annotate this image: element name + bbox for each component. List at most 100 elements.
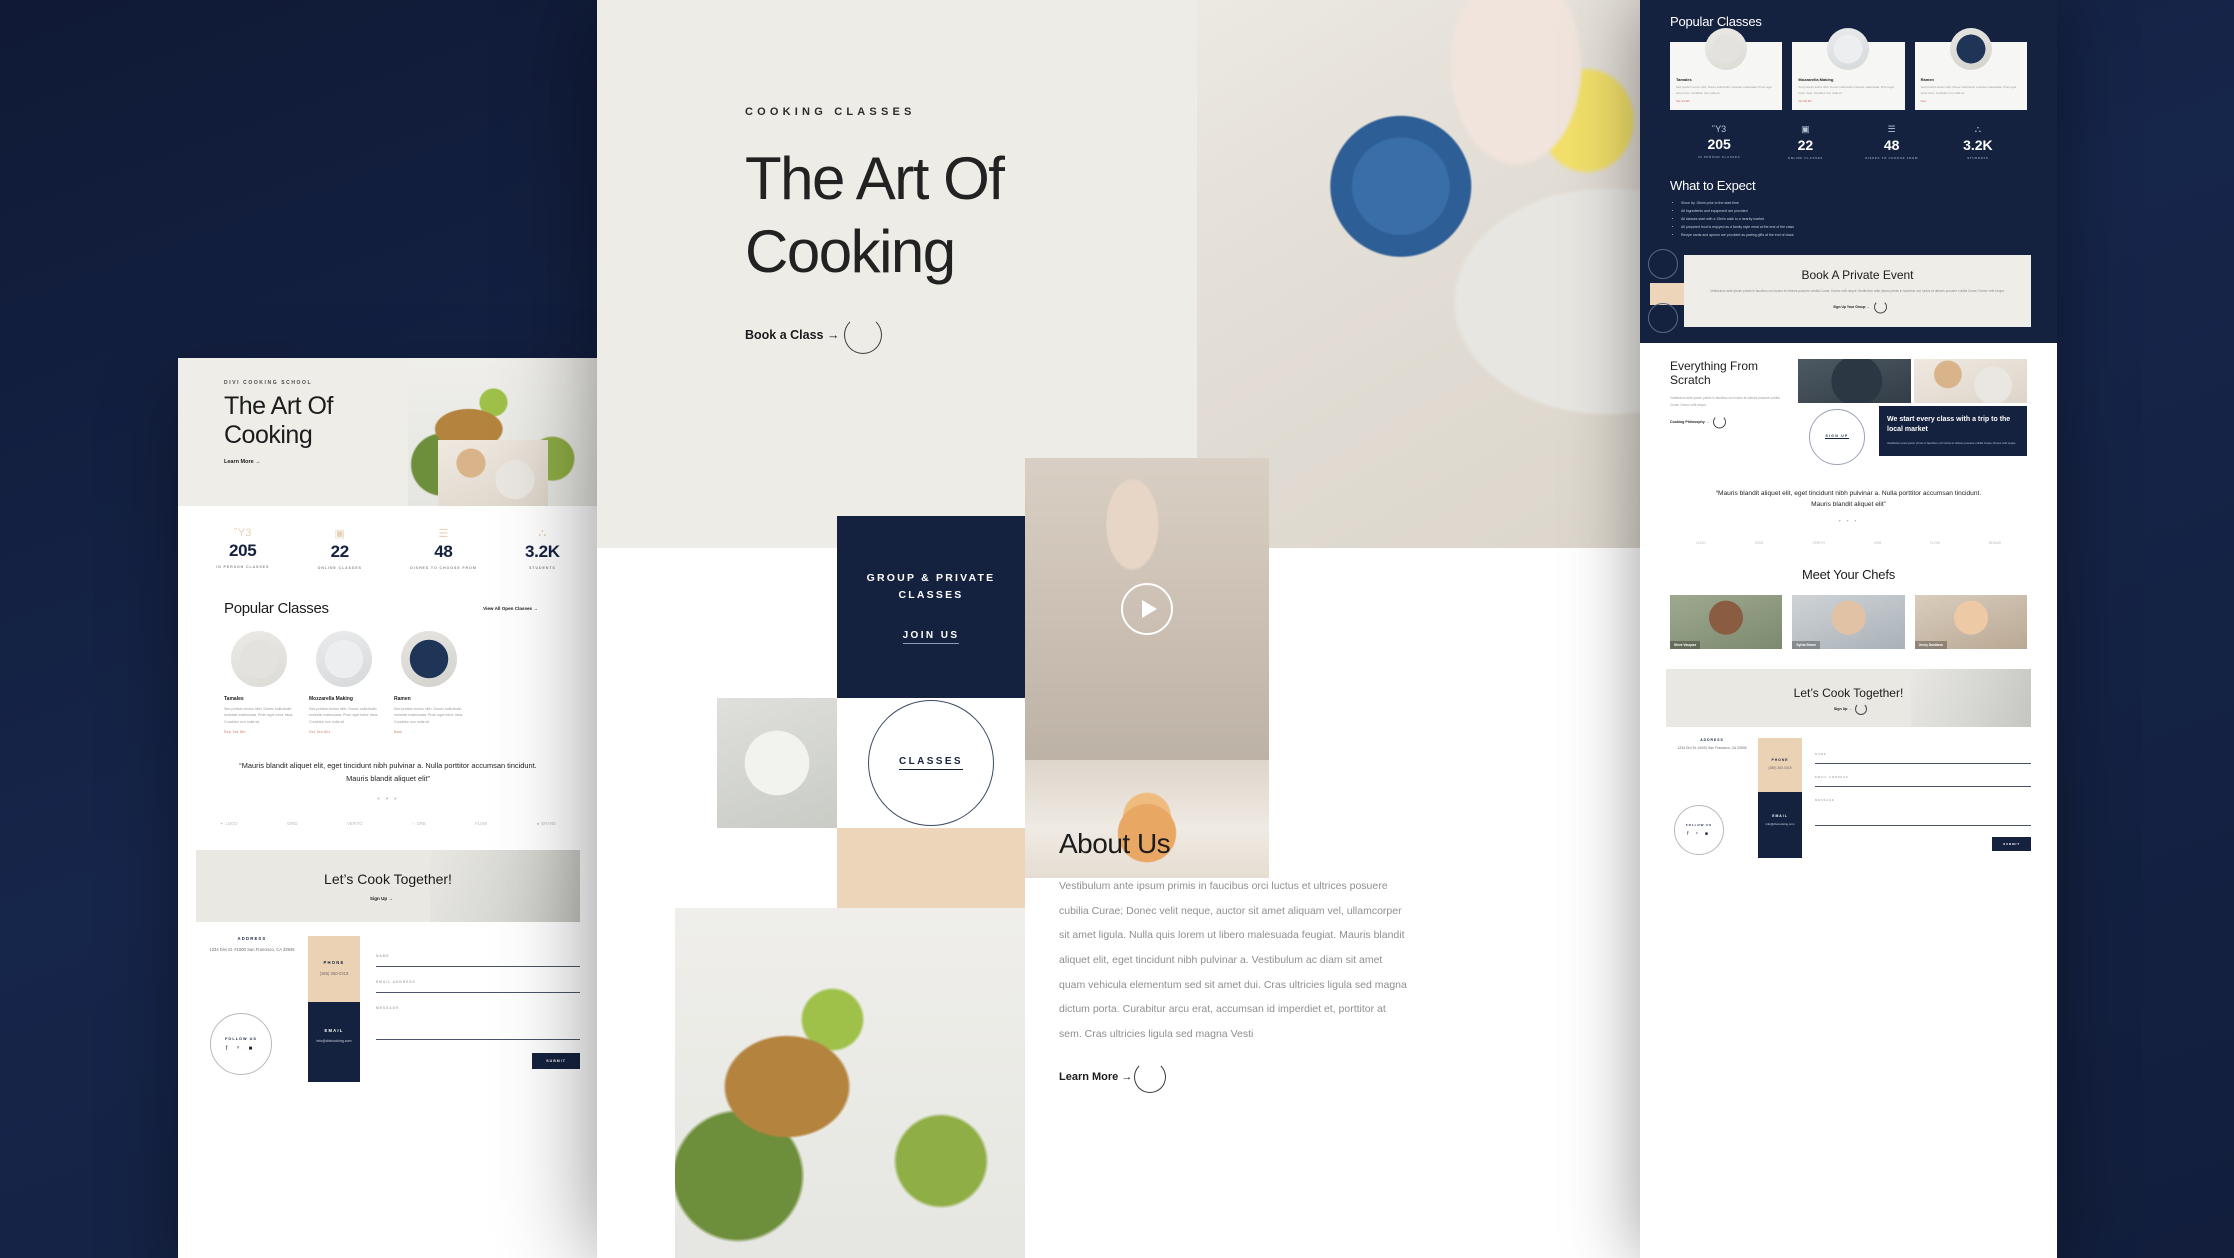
chef-card[interactable]: Steve Vasquez xyxy=(1670,595,1783,650)
signup-button[interactable]: Sign Up → xyxy=(1834,702,1868,715)
class-name: Tamales xyxy=(1676,77,1692,82)
form-field-email: EMAIL ADDRESS xyxy=(376,980,580,994)
view-all-classes-label: View All Open Classes xyxy=(483,606,533,611)
partner-logo: ORB xyxy=(1873,541,1882,546)
partner-logo: VERITO xyxy=(1812,541,1825,546)
class-card[interactable]: Tamales Sed pretium lectus nibh. Donec s… xyxy=(224,631,294,734)
learn-more-button[interactable]: Learn More → xyxy=(1059,1060,1167,1093)
submit-button[interactable]: SUBMIT xyxy=(532,1053,580,1070)
stat-label: ONLINE CLASSES xyxy=(317,565,362,570)
signup-circle-card[interactable]: SIGN UP xyxy=(1798,406,1876,468)
book-a-class-button[interactable]: Book a Class → xyxy=(745,316,882,355)
what-to-expect-section: What to Expect Show Up 15min prior to th… xyxy=(1670,178,2027,239)
scratch-text-column: Everything From Scratch Vestibulum ante … xyxy=(1670,359,1788,468)
signup-button[interactable]: Sign Up → xyxy=(370,896,406,901)
signup-group-button[interactable]: Sign Up Your Group → xyxy=(1833,300,1887,314)
partner-logo: GRID xyxy=(287,821,298,827)
class-photo xyxy=(316,631,372,687)
monitor-icon: ▣ xyxy=(1801,124,1810,135)
partner-logo: FLOW xyxy=(1930,541,1941,546)
leaf-icon: ● xyxy=(536,821,540,827)
stat-number: 3.2K xyxy=(1963,137,1993,154)
submit-button[interactable]: SUBMIT xyxy=(1992,837,2031,852)
class-date-link[interactable]: Oct 3rd 6hr xyxy=(1798,100,1898,103)
social-icons[interactable]: f ᵛ ■ xyxy=(226,1046,257,1052)
arrow-right-icon: → xyxy=(388,896,394,902)
message-input[interactable] xyxy=(1815,802,2031,827)
follow-us-circle: FOLLOW US f ᵛ ■ xyxy=(210,1013,272,1076)
class-card[interactable]: Tamales Sed pretium lectus nibh. Donec s… xyxy=(1670,28,1783,111)
class-date-link[interactable]: Now xyxy=(394,730,464,734)
class-card[interactable]: Ramen Sed pretium lectus nibh. Donec sol… xyxy=(394,631,464,734)
message-input[interactable] xyxy=(376,1010,580,1041)
partner-logo: ● BRAND xyxy=(536,821,556,827)
carousel-dots[interactable]: • • • xyxy=(230,796,546,803)
email-input[interactable] xyxy=(376,984,580,994)
class-card[interactable]: Ramen Sed pretium lectus nibh. Donec sol… xyxy=(1914,28,2027,111)
email-label: EMAIL xyxy=(324,1028,344,1034)
email-input[interactable] xyxy=(1815,779,2031,788)
stat-item: ☰ 48 DISHES TO CHOOSE FROM xyxy=(1849,124,1935,160)
class-date-link[interactable]: Now xyxy=(1921,100,2021,103)
form-field-name: NAME xyxy=(376,954,580,968)
class-date-link[interactable]: Sep 3rd 6hr xyxy=(1676,100,1776,103)
email-value[interactable]: info@divicooking.com xyxy=(1758,822,1802,827)
preview-panel-tablet: DIVI COOKING SCHOOL The Art Of Cooking L… xyxy=(178,358,598,1258)
arrow-right-icon: → xyxy=(1121,1070,1133,1083)
stat-item: Ὕ3 205 IN PERSON CLASSES xyxy=(216,527,269,569)
left-hero-cta-label: Learn More xyxy=(224,458,254,465)
about-us-section: About Us Vestibulum ante ipsum primis in… xyxy=(1059,828,1409,1093)
play-button-icon[interactable] xyxy=(1121,583,1173,635)
stat-label: STUDENTS xyxy=(529,565,556,570)
local-market-card: We start every class with a trip to the … xyxy=(1879,405,2027,457)
signup-link[interactable]: SIGN UP xyxy=(1825,434,1849,440)
class-description: Sed pretium lectus nibh. Donec sollicitu… xyxy=(1798,85,1894,95)
phone-label: PHONE xyxy=(1771,758,1789,763)
cooking-philosophy-button[interactable]: Cooking Philosophy → xyxy=(1670,415,1727,429)
what-to-expect-list: Show Up 15min prior to the start time Al… xyxy=(1670,200,2027,239)
classes-link[interactable]: CLASSES xyxy=(898,756,964,770)
stat-item: Ὕ3 205 IN PERSON CLASSES xyxy=(1676,124,1762,160)
class-date-link[interactable]: Oct 3rd 6hr xyxy=(309,730,379,734)
partner-logo: BRAND xyxy=(1989,541,2001,546)
photo-mortar-pestle xyxy=(1798,358,1911,403)
chef-card[interactable]: Jenny Davidson xyxy=(1914,595,2027,650)
everything-from-scratch-section: Everything From Scratch Vestibulum ante … xyxy=(1670,358,2027,468)
classes-circle-card[interactable]: CLASSES xyxy=(837,698,1025,828)
name-input[interactable] xyxy=(376,958,580,968)
stat-label: STUDENTS xyxy=(1967,156,1989,161)
phone-value: (385) 350-0319 xyxy=(1768,766,1792,771)
circle-decoration xyxy=(1648,249,1678,280)
circle-icon: ○ xyxy=(412,821,415,827)
left-hero-cta-button[interactable]: Learn More → xyxy=(224,459,277,465)
circle-outline: CLASSES xyxy=(868,700,994,826)
group-private-classes-card[interactable]: GROUP & PRIVATE CLASSES JOIN US xyxy=(837,516,1025,698)
chef-card[interactable]: Sylvia Simon xyxy=(1792,595,1905,650)
class-date-link[interactable]: Sep 3rd 6hr xyxy=(224,730,294,734)
circle-ring-decoration xyxy=(843,316,882,355)
class-card[interactable]: Mozzarella Making Sed pretium lectus nib… xyxy=(309,631,379,734)
social-icons[interactable]: f ᵛ ■ xyxy=(1687,831,1711,837)
center-title-line1: The Art Of xyxy=(745,145,1005,212)
cooking-philosophy-label: Cooking Philosophy xyxy=(1670,419,1705,424)
email-label: EMAIL xyxy=(1772,814,1788,819)
class-description: Sed pretium lectus nibh. Donec sollicitu… xyxy=(309,707,379,724)
name-input[interactable] xyxy=(1815,756,2031,765)
form-field-name: NAME xyxy=(1815,752,2031,765)
left-partner-logo-strip: ✦ LOGO GRID VERITO ○ ORB FLOW ● BRAND xyxy=(178,803,598,826)
join-us-link[interactable]: JOIN US xyxy=(902,630,960,645)
center-video-tile[interactable] xyxy=(1025,458,1269,760)
address-label: ADDRESS xyxy=(1700,738,1724,743)
stat-number: 205 xyxy=(1707,136,1731,153)
right-navy-section: Popular Classes Tamales Sed pretium lect… xyxy=(1640,0,2057,343)
view-all-classes-link[interactable]: View All Open Classes → xyxy=(483,606,552,611)
stat-number: 48 xyxy=(1883,137,1900,154)
stat-label: IN PERSON CLASSES xyxy=(1697,155,1741,160)
phone-value: (385) 350-0319 xyxy=(319,971,349,977)
email-value[interactable]: info@divicooking.com xyxy=(308,1038,360,1044)
address-label: ADDRESS xyxy=(237,936,267,942)
signup-label: Sign Up xyxy=(369,896,388,902)
class-card[interactable]: Mozzarella Making Sed pretium lectus nib… xyxy=(1792,28,1905,111)
photo-eggs-spices xyxy=(1914,358,2027,403)
contact-email-block: EMAIL info@divicooking.com xyxy=(1758,792,1802,859)
